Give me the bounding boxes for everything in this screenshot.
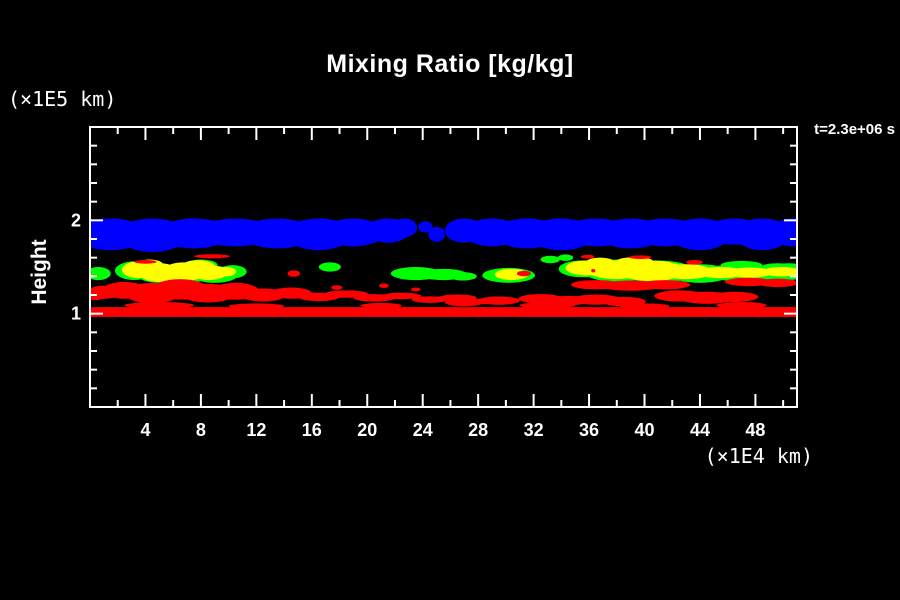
cloud-band-red-blob: [711, 292, 758, 302]
x-tick-label: 40: [634, 420, 654, 440]
x-tick-label: 12: [246, 420, 266, 440]
cloud-band-yellow-blob: [762, 267, 801, 276]
cloud-band-red-blob: [229, 303, 284, 309]
cloud-band-red-blob: [629, 255, 651, 259]
cloud-band-red-blob: [379, 283, 389, 288]
cloud-band-green-blob: [449, 272, 477, 280]
cloud-band-red-blob: [581, 255, 595, 259]
cloud-band-red-blob: [620, 303, 670, 309]
x-tick-label: 24: [413, 420, 433, 440]
cloud-band-blue-blob: [428, 227, 445, 242]
x-tick-label: 28: [468, 420, 488, 440]
cloud-band-green-blob: [558, 254, 573, 261]
cloud-band-red-blob: [640, 280, 690, 289]
y-tick-label: 1: [71, 304, 81, 324]
x-tick-label: 4: [140, 420, 150, 440]
x-tick-label: 8: [196, 420, 206, 440]
cloud-band-red-rect: [90, 307, 797, 317]
cloud-band-blue-blob: [772, 218, 811, 246]
cloud-band-yellow-blob: [181, 260, 214, 272]
cloud-band-green-blob: [319, 262, 341, 271]
cloud-band-red-blob: [517, 271, 531, 277]
cloud-band-red-blob: [520, 302, 575, 309]
cloud-band-red-blob: [288, 270, 300, 277]
cloud-band-red-blob: [125, 302, 194, 309]
cloud-band-blue: [75, 218, 811, 252]
x-tick-label: 44: [690, 420, 710, 440]
x-tick-label: 36: [579, 420, 599, 440]
x-tick-label: 48: [745, 420, 765, 440]
contour-regions: [75, 218, 811, 316]
cloud-band-green-blob: [541, 256, 560, 263]
cloud-band-red-blob: [717, 302, 767, 309]
cloud-band-red-blob: [591, 269, 595, 272]
cloud-band-red-blob: [194, 254, 230, 258]
x-tick-label: 32: [524, 420, 544, 440]
x-tick-label: 20: [357, 420, 377, 440]
cloud-band-yellow-blob: [586, 258, 614, 266]
contour-plot: 481216202428323640444812: [0, 0, 900, 600]
cloud-band-red-blob: [360, 303, 402, 309]
cloud-band-red-blob: [757, 279, 799, 287]
cloud-band-red-blob: [478, 296, 520, 304]
cloud-band-red-blob: [445, 299, 484, 306]
cloud-band-red-blob: [411, 288, 421, 292]
cloud-band-red-blob: [331, 285, 342, 290]
cloud-band-blue-blob: [392, 218, 417, 237]
cloud-band-red-blob: [134, 260, 156, 264]
cloud-band-yellow-blob: [215, 267, 236, 276]
y-tick-label: 2: [71, 210, 81, 230]
cloud-band-red-blob: [686, 260, 703, 265]
x-tick-label: 16: [302, 420, 322, 440]
